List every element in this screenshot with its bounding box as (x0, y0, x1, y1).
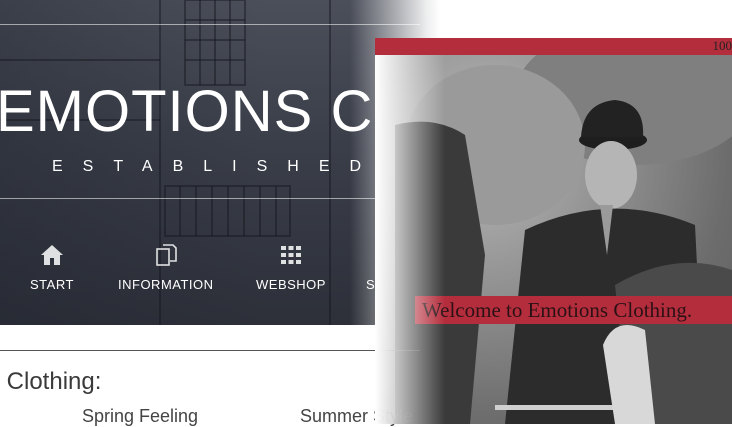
welcome-banner: Welcome to Emotions Clothing. (415, 296, 732, 324)
people-photo-image (375, 55, 732, 424)
nav-item-webshop[interactable]: WEBSHOP (256, 243, 326, 292)
nav-label-start: START (30, 277, 74, 292)
nav-item-start[interactable]: START (30, 243, 74, 292)
hero-photo (375, 55, 732, 424)
nav-label-webshop: WEBSHOP (256, 277, 326, 292)
site-header: EMOTIONS CLOT ESTABLISHED 2 START INFORM… (0, 0, 440, 325)
section-heading: r Clothing: (0, 368, 101, 396)
home-icon (39, 243, 65, 267)
header-bottom-rule (0, 198, 420, 199)
header-top-rule (0, 24, 420, 25)
nav-item-information[interactable]: INFORMATION (118, 243, 214, 292)
brand-title: EMOTIONS CLOT (0, 78, 440, 145)
main-navigation: START INFORMATION WEBSHOP SHOPP (0, 243, 440, 303)
documents-icon (153, 243, 179, 267)
slider-percent-text: 100 (713, 38, 732, 54)
nav-label-information: INFORMATION (118, 277, 214, 292)
slider-progress-bar (375, 38, 732, 56)
grid-icon (278, 243, 304, 267)
welcome-text: Welcome to Emotions Clothing. (422, 298, 692, 323)
section-divider (0, 350, 420, 351)
